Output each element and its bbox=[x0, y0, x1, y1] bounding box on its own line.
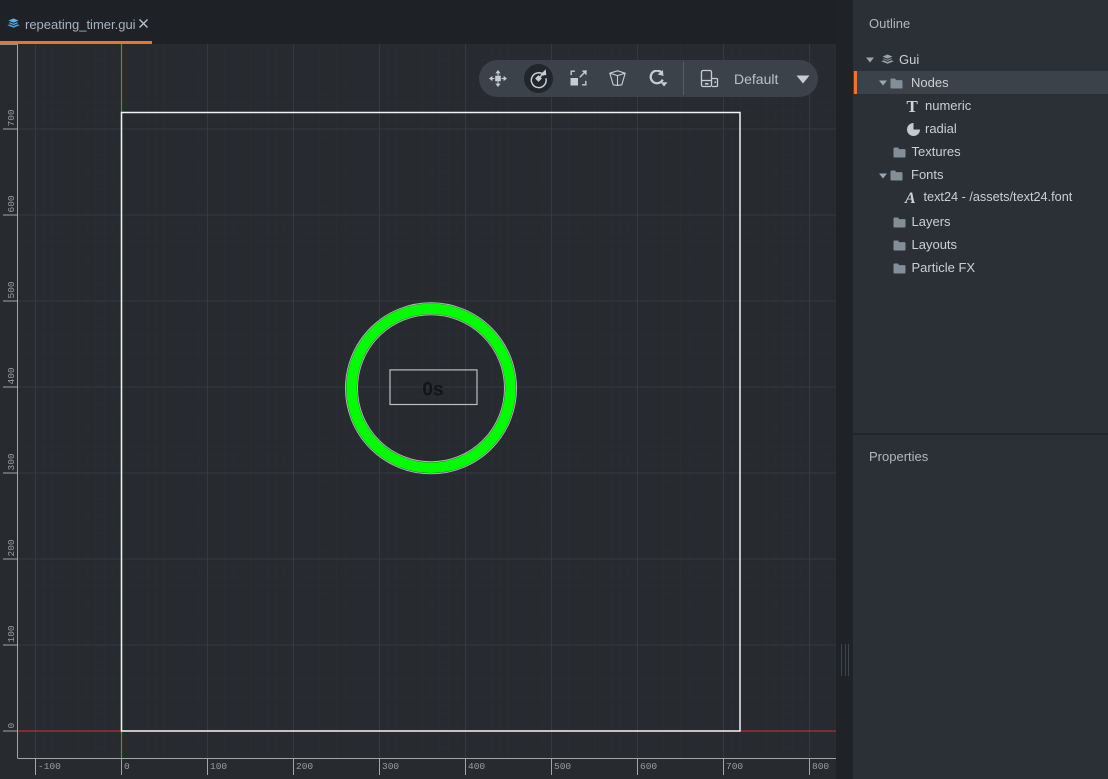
svg-text:500: 500 bbox=[6, 281, 17, 298]
svg-text:0: 0 bbox=[124, 761, 130, 772]
svg-text:100: 100 bbox=[210, 761, 227, 772]
svg-text:500: 500 bbox=[554, 761, 571, 772]
svg-text:600: 600 bbox=[640, 761, 657, 772]
svg-text:700: 700 bbox=[6, 109, 17, 126]
svg-text:400: 400 bbox=[468, 761, 485, 772]
svg-text:400: 400 bbox=[6, 367, 17, 384]
svg-text:200: 200 bbox=[6, 539, 17, 556]
svg-text:-100: -100 bbox=[38, 761, 61, 772]
svg-text:700: 700 bbox=[726, 761, 743, 772]
svg-text:0: 0 bbox=[6, 723, 17, 729]
svg-text:600: 600 bbox=[6, 195, 17, 212]
svg-text:100: 100 bbox=[6, 625, 17, 642]
svg-text:200: 200 bbox=[296, 761, 313, 772]
svg-text:300: 300 bbox=[6, 453, 17, 470]
svg-text:0s: 0s bbox=[422, 379, 443, 400]
svg-text:800: 800 bbox=[812, 761, 829, 772]
svg-text:300: 300 bbox=[382, 761, 399, 772]
